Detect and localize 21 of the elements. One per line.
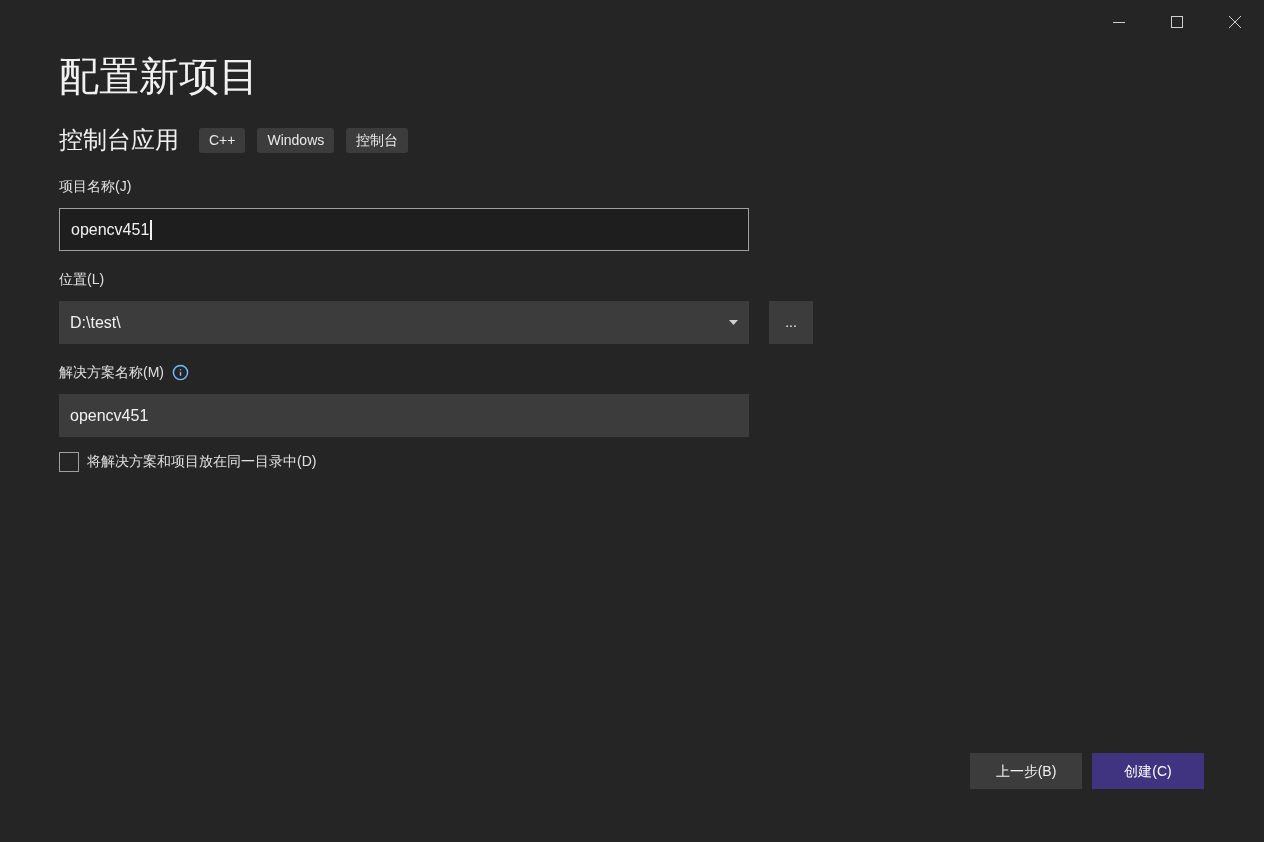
field-label: 项目名称(J)	[59, 176, 132, 196]
dialog-title: 配置新项目	[59, 53, 259, 100]
location-dropdown[interactable]: D:\test\	[59, 301, 749, 344]
create-button[interactable]: 创建(C)	[1092, 753, 1204, 789]
tag: C++	[199, 127, 246, 153]
dropdown-caret-icon	[729, 320, 738, 325]
close-icon	[1229, 16, 1241, 28]
back-button[interactable]: 上一步(B)	[970, 753, 1082, 789]
template-name: 控制台应用	[59, 125, 179, 155]
tag: 控制台	[346, 127, 409, 153]
minimize-icon	[1113, 21, 1125, 23]
maximize-icon	[1171, 16, 1183, 28]
info-icon[interactable]	[172, 363, 189, 381]
checkbox-label: 将解决方案和项目放在同一目录中(D)	[87, 452, 317, 471]
browse-button[interactable]: ...	[769, 301, 813, 344]
field-label: 解决方案名称(M)	[59, 362, 164, 382]
input-field[interactable]: opencv451	[59, 394, 749, 437]
input-field[interactable]: opencv451	[59, 208, 749, 251]
field-label: 位置(L)	[59, 269, 105, 289]
tag: Windows	[257, 127, 335, 153]
checkbox[interactable]	[59, 451, 79, 472]
